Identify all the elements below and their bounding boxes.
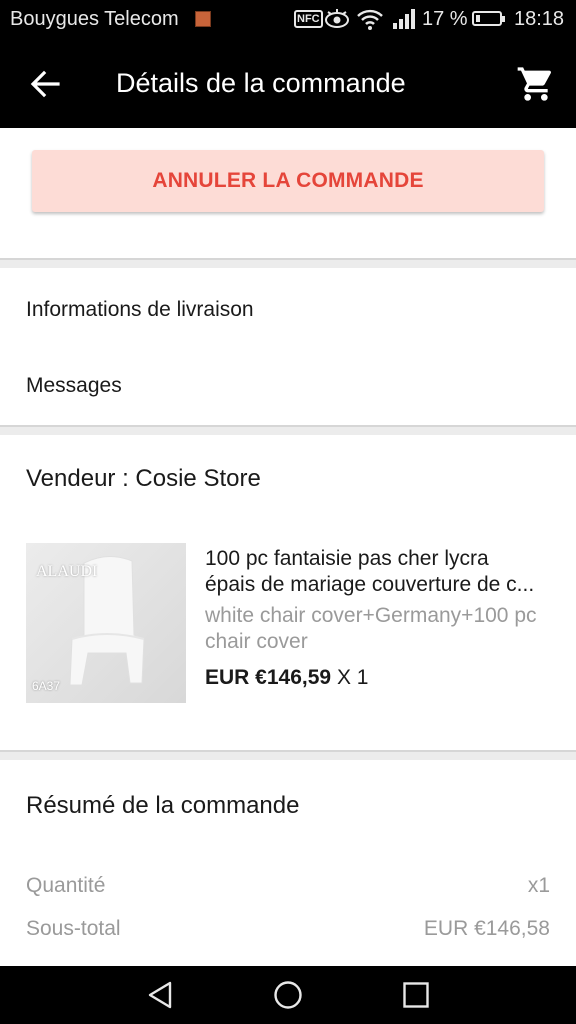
back-arrow-icon[interactable]: [28, 66, 64, 102]
eye-icon: [325, 9, 349, 28]
nfc-icon: NFC: [294, 10, 323, 28]
product-price: EUR €146,59: [205, 666, 332, 689]
summary-subtotal-label: Sous-total: [26, 917, 121, 940]
summary-subtotal-value: EUR €146,58: [423, 917, 550, 940]
triangle-back-icon[interactable]: [146, 980, 176, 1010]
carrier-name: Bouygues Telecom: [10, 8, 179, 30]
image-code: 6A37: [32, 679, 61, 693]
shopping-cart-icon[interactable]: [516, 64, 556, 104]
notification-icon: [195, 11, 211, 27]
battery-percent: 17 %: [422, 8, 468, 30]
seller-name[interactable]: Vendeur : Cosie Store: [26, 465, 261, 493]
section-divider: [0, 750, 576, 760]
clock: 18:18: [514, 8, 565, 30]
page-title: Détails de la commande: [116, 68, 406, 98]
product-title-line: épais de mariage couverture de c...: [205, 573, 535, 596]
status-bar: Bouygues Telecom NFC 17 % 18:18: [0, 0, 576, 40]
product-price-row: EUR €146,59 X 1: [205, 666, 368, 690]
cancel-order-button[interactable]: ANNULER LA COMMANDE: [32, 150, 544, 212]
image-brand-logo: ALAUDI: [36, 563, 98, 580]
section-divider: [0, 258, 576, 268]
product-quantity: X 1: [336, 666, 369, 689]
summary-quantity-label: Quantité: [26, 874, 106, 897]
product-title-line: 100 pc fantaisie pas cher lycra: [205, 547, 489, 570]
app-bar: Détails de la commande: [0, 40, 576, 128]
section-divider: [0, 425, 576, 435]
signal-icon: [393, 9, 415, 29]
product-image[interactable]: ALAUDI 6A37: [26, 543, 186, 703]
delivery-info-link[interactable]: Informations de livraison: [26, 298, 254, 322]
product-title[interactable]: 100 pc fantaisie pas cher lycra épais de…: [205, 546, 555, 598]
battery-icon: [472, 11, 505, 26]
summary-heading: Résumé de la commande: [26, 792, 300, 819]
summary-quantity-value: x1: [527, 874, 550, 897]
product-variant: white chair cover+Germany+100 pc chair c…: [205, 604, 537, 653]
messages-link[interactable]: Messages: [26, 374, 122, 398]
square-recents-icon[interactable]: [401, 980, 431, 1010]
battery-level: [476, 15, 480, 22]
circle-home-icon[interactable]: [273, 980, 303, 1010]
wifi-icon: [357, 9, 383, 30]
system-nav-bar: [0, 966, 576, 1024]
